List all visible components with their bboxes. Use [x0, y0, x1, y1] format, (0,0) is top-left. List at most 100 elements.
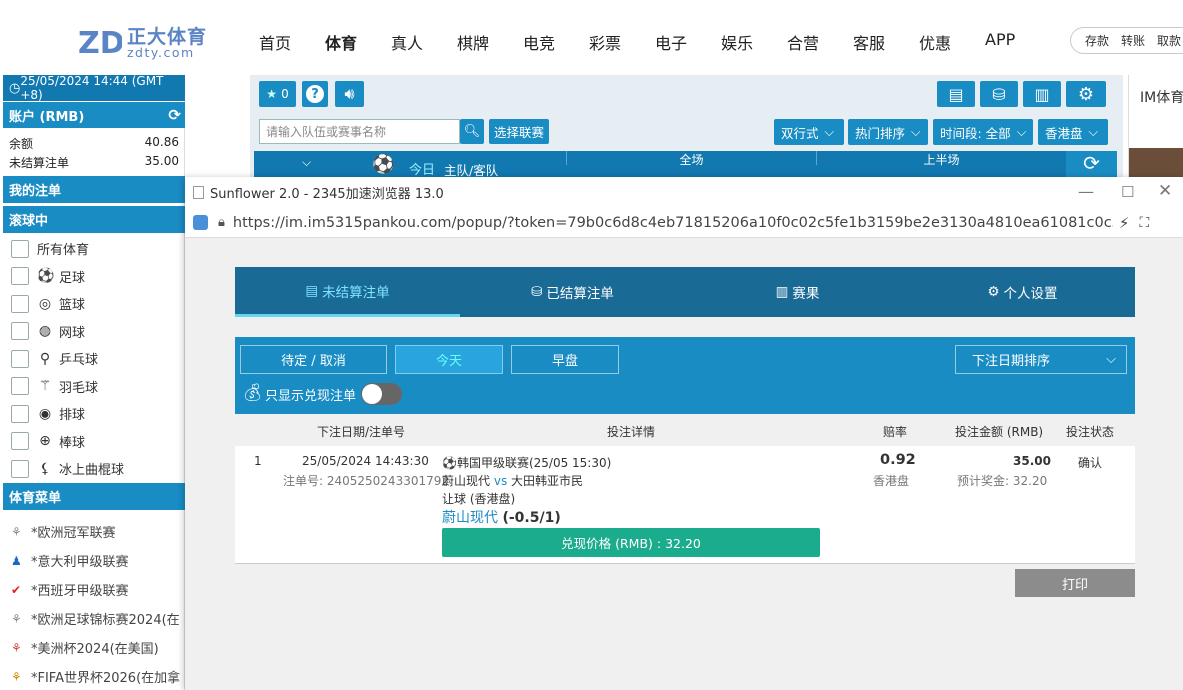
checkbox[interactable]	[11, 294, 29, 313]
sport-item[interactable]: ◉ 排球	[11, 400, 185, 427]
maximize-icon[interactable]: ☐	[1121, 183, 1134, 201]
cashout-button[interactable]: 兑现价格 (RMB) : 32.20	[442, 528, 820, 557]
sport-label: 棒球	[59, 435, 86, 451]
nav-item[interactable]: 体育	[325, 30, 391, 54]
refresh-icon[interactable]: ⟳	[168, 106, 181, 124]
today-label[interactable]: 今日	[409, 159, 435, 178]
minimize-icon[interactable]: —	[1078, 182, 1094, 201]
deposit-link[interactable]: 存款	[1085, 32, 1109, 49]
league-icon: ♟	[11, 553, 22, 568]
checkbox[interactable]	[11, 322, 29, 340]
league-item[interactable]: ✔ *西班牙甲级联赛	[11, 575, 191, 604]
tab-settings[interactable]: ⚙ 个人设置	[910, 267, 1135, 317]
main-nav: 首页 体育 真人 棋牌 电竞 彩票 电子 娱乐 合营 客服 优惠 APP	[259, 30, 1045, 54]
league-item[interactable]: ♟ *意大利甲级联赛	[11, 546, 191, 575]
tab-results[interactable]: ▥ 赛果	[685, 267, 910, 317]
checkbox[interactable]	[11, 267, 29, 285]
sport-icon: ⊕	[39, 433, 51, 449]
today-button[interactable]: 今天	[395, 345, 503, 374]
league-item[interactable]: ⚘ *美洲杯2024(在美国)	[11, 633, 191, 662]
select-league-button[interactable]: 选择联赛	[489, 119, 549, 144]
col-stake: 投注金额 (RMB)	[955, 425, 1044, 439]
cashout-only-label: 只显示兑现注单	[265, 389, 357, 404]
league-icon: ⚘	[11, 524, 22, 539]
checkbox[interactable]	[11, 349, 29, 368]
tab-settled[interactable]: ⛁ 已结算注单	[460, 267, 685, 317]
time-range-select[interactable]: 时间段: 全部 ⌵	[933, 119, 1033, 145]
bet-odds-type: 香港盘	[873, 474, 910, 488]
odds-type-select[interactable]: 香港盘 ⌵	[1038, 119, 1108, 145]
checkbox[interactable]	[11, 459, 29, 478]
nav-item[interactable]: 电子	[655, 30, 721, 54]
sport-item[interactable]: ◎ 篮球	[11, 290, 185, 317]
bets-button[interactable]: ⛁	[980, 81, 1018, 107]
bet-slip-button[interactable]: ▤	[937, 81, 975, 107]
league-item[interactable]: ⚘ *欧洲足球锦标赛2024(在	[11, 604, 191, 633]
sound-button[interactable]: 🔊︎	[335, 81, 364, 107]
view-mode-select[interactable]: 双行式 ⌵	[774, 119, 844, 145]
sport-item[interactable]: ◍ 网球	[11, 318, 185, 345]
live-bar[interactable]: 滚球中	[3, 206, 185, 233]
refresh-odds-icon[interactable]: ⟳	[1066, 151, 1117, 177]
nav-item[interactable]: 电竞	[523, 30, 589, 54]
collapse-icon[interactable]: ⌵	[302, 155, 311, 170]
unsettled-label[interactable]: 未结算注单	[9, 154, 69, 171]
help-button[interactable]: ?	[302, 81, 328, 107]
favorites-button[interactable]: ★ 0	[259, 81, 296, 107]
nav-item[interactable]: 优惠	[919, 30, 985, 54]
pending-cancel-button[interactable]: 待定 / 取消	[240, 345, 387, 374]
nav-item[interactable]: APP	[985, 30, 1045, 54]
nav-item[interactable]: 娱乐	[721, 30, 787, 54]
date-sort-select[interactable]: 下注日期排序 ⌵	[955, 345, 1127, 374]
banner-thumbnail[interactable]	[1129, 148, 1183, 177]
sport-item[interactable]: 所有体育	[11, 235, 185, 262]
nav-item[interactable]: 彩票	[589, 30, 655, 54]
window-title-bar: Sunflower 2.0 - 2345加速浏览器 13.0 — ☐ ✕	[185, 177, 1183, 208]
checkbox[interactable]	[11, 239, 29, 258]
close-icon[interactable]: ✕	[1158, 181, 1172, 201]
checkbox[interactable]	[11, 377, 29, 395]
print-button[interactable]: 打印	[1015, 569, 1135, 597]
nav-item[interactable]: 客服	[853, 30, 919, 54]
sport-item[interactable]: ⚽ 足球	[11, 263, 185, 290]
scoreboard-icon: ▥	[775, 284, 789, 300]
nav-item[interactable]: 棋牌	[457, 30, 523, 54]
sport-item[interactable]: ⊕ 棒球	[11, 428, 185, 455]
results-button[interactable]: ▥	[1023, 81, 1061, 107]
logo-mark-icon[interactable]: ZD	[78, 24, 122, 58]
sport-item[interactable]: ⚚ 羽毛球	[11, 373, 185, 400]
balance-value: 40.86	[144, 135, 179, 149]
withdraw-link[interactable]: 取款	[1157, 32, 1181, 49]
soccer-ball-icon: ⚽	[442, 456, 457, 470]
screenshot-icon[interactable]: ⛶	[1139, 215, 1149, 231]
checkbox[interactable]	[11, 432, 29, 450]
lightning-icon[interactable]: ⚡︎	[1119, 214, 1130, 232]
nav-item[interactable]: 真人	[391, 30, 457, 54]
coins-icon: ⛁	[531, 284, 543, 300]
league-item[interactable]: ⚘ *FIFA世界杯2026(在加拿	[11, 662, 191, 690]
odds-type-value: 香港盘	[1045, 125, 1083, 141]
search-button[interactable]: 🔍︎	[460, 119, 484, 144]
search-input[interactable]: 请输入队伍或赛事名称	[259, 119, 460, 144]
league-label: *欧洲冠军联赛	[31, 526, 116, 541]
sport-item[interactable]: ⚸ 冰上曲棍球	[11, 455, 185, 482]
cashout-only-toggle[interactable]	[361, 383, 402, 405]
early-button[interactable]: 早盘	[511, 345, 619, 374]
my-bets-bar[interactable]: 我的注单	[3, 176, 185, 203]
league-item[interactable]: ⚘ *欧洲冠军联赛	[11, 517, 191, 546]
home-team: 蔚山现代	[442, 474, 491, 488]
league-label: *意大利甲级联赛	[31, 555, 129, 570]
sport-item[interactable]: ⚲ 乒乓球	[11, 345, 185, 372]
url-field[interactable]: https://im.im5315pankou.com/popup/?token…	[233, 215, 1113, 231]
tab-unsettled[interactable]: ▤ 未结算注单	[235, 267, 460, 317]
first-half-label: 上半场	[816, 151, 1066, 167]
settings-button[interactable]: ⚙	[1066, 81, 1106, 107]
chevron-down-icon: ⌵	[1016, 124, 1027, 139]
nav-item[interactable]: 合营	[787, 30, 853, 54]
balance-label: 余额	[9, 137, 34, 151]
selection-team: 蔚山现代	[442, 510, 498, 526]
nav-item[interactable]: 首页	[259, 30, 325, 54]
sort-select[interactable]: 热门排序 ⌵	[848, 119, 928, 145]
checkbox[interactable]	[11, 404, 29, 423]
transfer-link[interactable]: 转账	[1121, 32, 1145, 49]
